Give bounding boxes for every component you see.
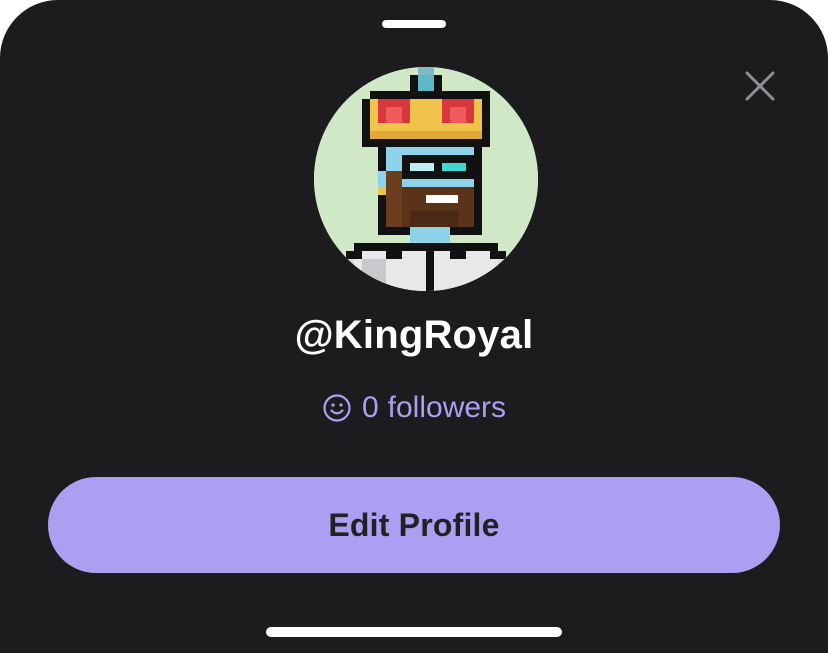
sheet-grabber[interactable]	[382, 20, 446, 28]
follower-label: followers	[387, 391, 507, 424]
pixel-king-avatar-icon	[314, 67, 538, 291]
followers-count[interactable]: 0 followers	[0, 388, 828, 428]
avatar[interactable]	[314, 67, 538, 291]
home-indicator	[266, 627, 562, 637]
follower-count-value: 0	[361, 391, 379, 424]
edit-profile-button[interactable]: Edit Profile	[48, 477, 780, 573]
close-button[interactable]	[738, 64, 782, 108]
username: @KingRoyal	[294, 313, 534, 357]
close-icon	[745, 71, 775, 101]
smile-icon	[322, 393, 352, 423]
profile-sheet: @KingRoyal 0 followers Edit Profile	[0, 0, 828, 653]
